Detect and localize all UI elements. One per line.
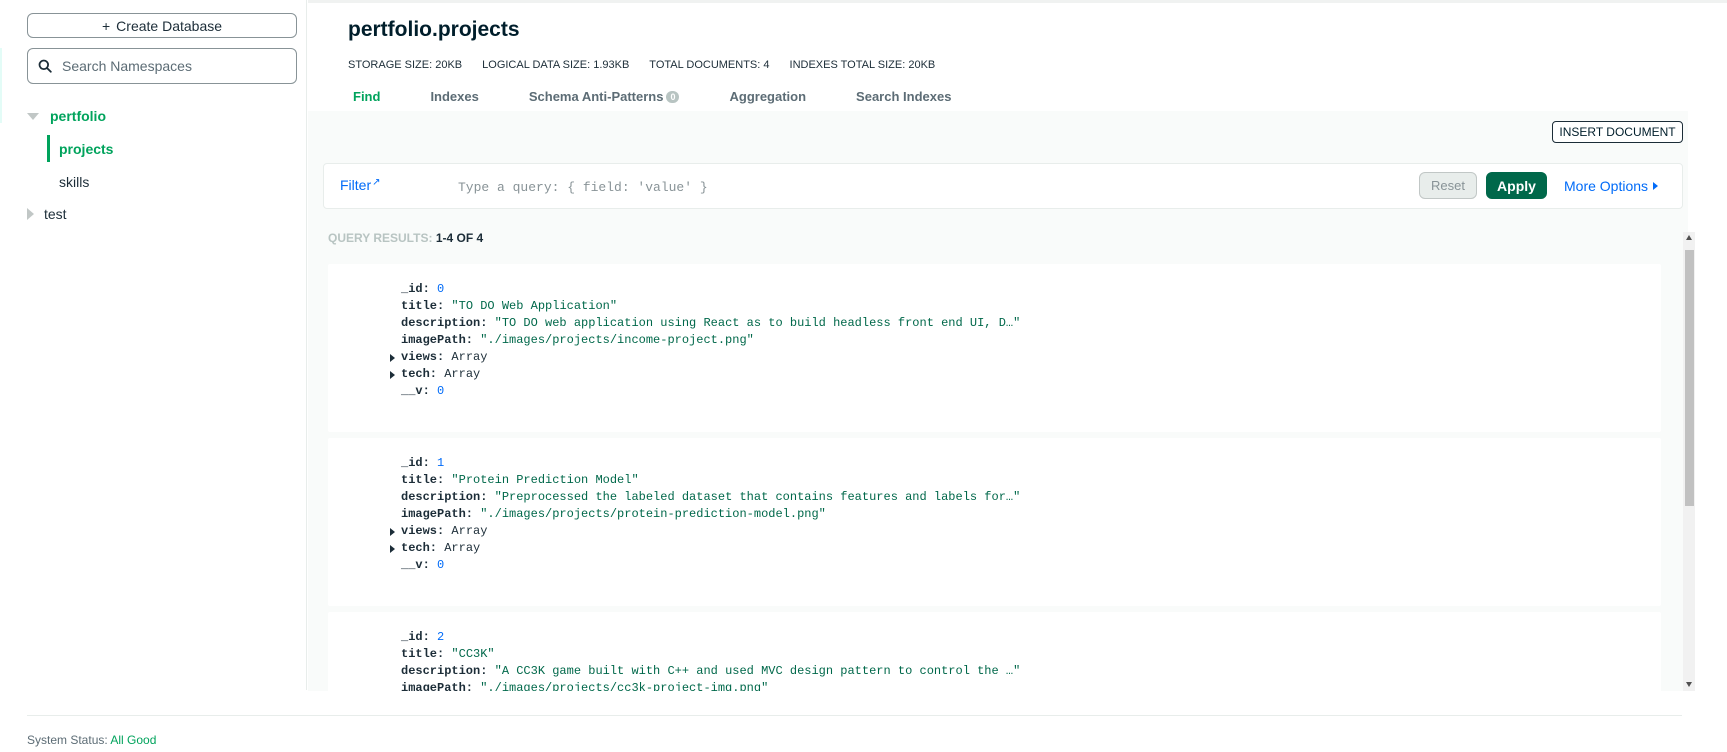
document-card[interactable]: _id: 0 title: "TO DO Web Application" de…: [328, 264, 1661, 432]
query-results-header: QUERY RESULTS: 1-4 OF 4: [328, 231, 483, 245]
more-options-label: More Options: [1564, 178, 1649, 194]
database-label: pertfolio: [50, 108, 106, 124]
caret-down-icon[interactable]: [27, 112, 39, 120]
document-card[interactable]: _id: 1 title: "Protein Prediction Model"…: [328, 438, 1661, 606]
field-tech: tech: Array: [390, 366, 480, 383]
tab-schema-label: Schema Anti-Patterns: [528, 89, 664, 104]
system-status-value[interactable]: All Good: [110, 733, 156, 747]
system-status-label: System Status:: [27, 733, 108, 747]
caret-right-icon[interactable]: [27, 208, 34, 220]
sidebar: + Create Database pertfolio projects ski…: [0, 0, 307, 690]
field-description: description: "A CC3K game built with C++…: [401, 664, 1021, 678]
field-id: _id: 1: [401, 456, 445, 470]
stat-total-documents: TOTAL DOCUMENTS: 4: [649, 59, 770, 71]
collection-stats: STORAGE SIZE: 20KB LOGICAL DATA SIZE: 1.…: [348, 59, 935, 71]
filter-bar: Filter↗ Reset Apply More Options: [323, 163, 1683, 209]
collection-label: projects: [59, 140, 114, 157]
reset-button[interactable]: Reset: [1419, 172, 1477, 199]
query-results-range: 1-4 OF 4: [435, 231, 484, 245]
expand-arrow-icon[interactable]: [390, 371, 395, 379]
field-imagepath: imagePath: "./images/projects/cc3k-proje…: [401, 681, 769, 691]
more-options-link[interactable]: More Options: [1564, 178, 1659, 194]
results-scrollbar[interactable]: [1683, 232, 1695, 691]
stat-storage: STORAGE SIZE: 20KB: [348, 59, 463, 71]
caret-right-icon: [1653, 182, 1659, 190]
field-description: description: "Preprocessed the labeled d…: [401, 490, 1021, 504]
field-title: title: "CC3K": [401, 647, 495, 661]
plus-icon: +: [101, 17, 111, 34]
external-link-icon: ↗: [372, 177, 381, 188]
scrollbar-thumb[interactable]: [1685, 250, 1694, 506]
field-imagepath: imagePath: "./images/projects/income-pro…: [401, 333, 754, 347]
collection-tabs: Find Indexes Schema Anti-Patterns 0 Aggr…: [353, 89, 1001, 104]
scroll-down-arrow-icon[interactable]: [1686, 682, 1692, 687]
namespace-tree: pertfolio projects skills test: [0, 100, 306, 230]
field-title: title: "Protein Prediction Model": [401, 473, 639, 487]
query-results-label: QUERY RESULTS:: [328, 231, 433, 245]
schema-count-badge: 0: [666, 90, 680, 103]
system-status: System Status: All Good: [27, 733, 156, 747]
footer-divider: [27, 715, 1682, 716]
document-card[interactable]: _id: 2 title: "CC3K" description: "A CC3…: [328, 612, 1661, 691]
database-item-test[interactable]: test: [0, 198, 306, 230]
expand-arrow-icon[interactable]: [390, 354, 395, 362]
collection-label: skills: [59, 173, 90, 190]
filter-link[interactable]: Filter↗: [340, 177, 381, 193]
field-id: _id: 0: [401, 282, 445, 296]
apply-button[interactable]: Apply: [1486, 172, 1547, 199]
tab-indexes[interactable]: Indexes: [430, 89, 478, 104]
page-title: pertfolio.projects: [348, 18, 520, 41]
tab-schema-anti-patterns[interactable]: Schema Anti-Patterns 0: [529, 89, 680, 104]
search-namespaces-input[interactable]: [62, 58, 282, 74]
insert-document-button[interactable]: INSERT DOCUMENT: [1552, 121, 1683, 143]
field-id: _id: 2: [401, 630, 445, 644]
create-database-button[interactable]: + Create Database: [27, 13, 297, 38]
database-label: test: [44, 206, 67, 222]
top-divider: [308, 0, 1727, 3]
tab-aggregation[interactable]: Aggregation: [729, 89, 806, 104]
create-database-label: Create Database: [116, 17, 223, 34]
tab-find[interactable]: Find: [353, 89, 380, 104]
stat-logical-size: LOGICAL DATA SIZE: 1.93KB: [482, 59, 630, 71]
field-views: views: Array: [390, 523, 487, 540]
field-version: __v: 0: [401, 558, 445, 572]
database-item-pertfolio[interactable]: pertfolio: [0, 100, 306, 132]
field-description: description: "TO DO web application usin…: [401, 316, 1021, 330]
tab-search-indexes[interactable]: Search Indexes: [856, 89, 951, 104]
expand-arrow-icon[interactable]: [390, 545, 395, 553]
search-icon: [38, 59, 52, 73]
filter-label: Filter: [340, 177, 372, 193]
scroll-up-arrow-icon[interactable]: [1686, 235, 1692, 240]
query-input[interactable]: [458, 174, 1258, 200]
field-views: views: Array: [390, 349, 487, 366]
field-title: title: "TO DO Web Application": [401, 299, 618, 313]
stat-indexes-size: INDEXES TOTAL SIZE: 20KB: [789, 59, 936, 71]
collection-item-projects[interactable]: projects: [0, 132, 306, 165]
results-list: _id: 0 title: "TO DO Web Application" de…: [308, 256, 1678, 691]
field-version: __v: 0: [401, 384, 445, 398]
expand-arrow-icon[interactable]: [390, 528, 395, 536]
collection-item-skills[interactable]: skills: [0, 165, 306, 198]
field-imagepath: imagePath: "./images/projects/protein-pr…: [401, 507, 826, 521]
field-tech: tech: Array: [390, 540, 480, 557]
search-namespaces-box[interactable]: [27, 48, 297, 84]
